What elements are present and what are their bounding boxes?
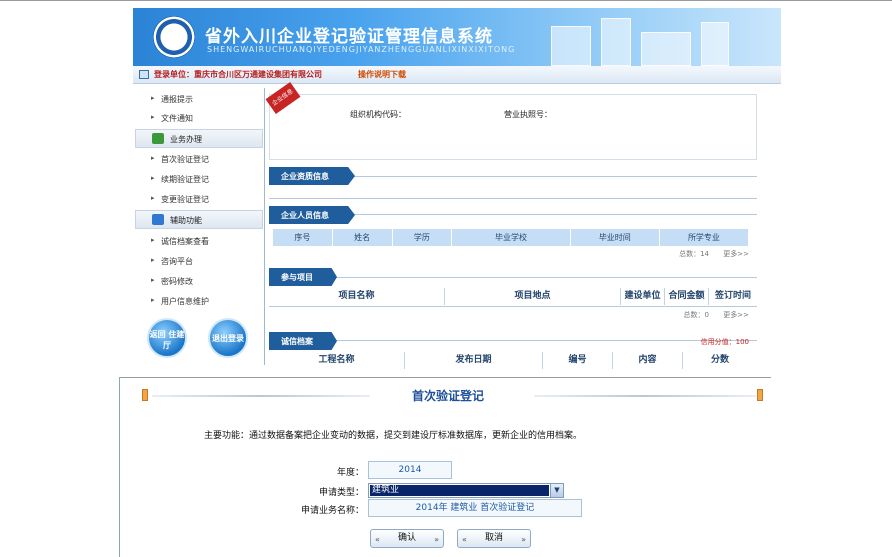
- sidebar-item-renew-verify[interactable]: 续期验证登记: [151, 174, 209, 185]
- speaker-icon: [139, 70, 149, 79]
- business-name-field[interactable]: 2014年 建筑业 首次验证登记: [368, 499, 582, 517]
- system-title: 省外入川企业登记验证管理信息系统: [205, 27, 493, 46]
- section-qualification: 企业资质信息: [269, 167, 355, 185]
- decor-right-icon: [757, 389, 763, 401]
- confirm-button[interactable]: « 确认 »: [370, 529, 444, 548]
- credit-score: 信用分值：100: [700, 338, 749, 346]
- sidebar-item-notice[interactable]: 通报提示: [151, 94, 193, 105]
- first-verify-form: 首次验证登记 主要功能：通过数据备案把企业变动的数据，提交到建设厅标准数据库，更…: [119, 377, 771, 557]
- business-icon: [152, 133, 164, 144]
- col-header: 内容: [613, 352, 683, 369]
- return-button[interactable]: 返回 住建厅: [147, 318, 187, 358]
- col-header: 序号: [273, 229, 333, 246]
- col-header: 所学专业: [660, 229, 749, 246]
- button-grip-icon: «: [375, 535, 380, 544]
- sidebar-item-change-verify[interactable]: 变更验证登记: [151, 194, 209, 205]
- header-banner: 省外入川企业登记验证管理信息系统 SHENGWAIRUCHUANQIYEDENG…: [133, 8, 781, 66]
- section-personnel: 企业人员信息: [269, 206, 355, 224]
- section-projects: 参与项目: [269, 268, 337, 286]
- sidebar: 通报提示 文件通知 业务办理 首次验证登记 续期验证登记 变更验证登记 辅助功能…: [133, 88, 265, 365]
- col-header: 分数: [710, 355, 729, 365]
- logout-button[interactable]: 退出登录: [208, 318, 248, 358]
- top-divider: [0, 0, 892, 3]
- confirm-label: 确认: [397, 533, 416, 543]
- emblem-icon: [153, 16, 195, 58]
- skyline-icon: [511, 14, 781, 66]
- col-header: 毕业时间: [571, 229, 660, 246]
- help-download-link[interactable]: 操作说明下载: [358, 69, 406, 80]
- ribbon-badge: 企业信息: [265, 82, 301, 114]
- business-name-label: 申请业务名称：: [300, 506, 364, 516]
- col-header: 合同金额: [665, 288, 709, 305]
- login-unit: 登录单位：重庆市合川区万通建设集团有限公司: [154, 70, 322, 79]
- col-header: 签订时间: [714, 291, 751, 301]
- page-title: 首次验证登记: [412, 389, 485, 403]
- col-header: 项目地点: [445, 288, 621, 305]
- personnel-more-link[interactable]: 更多>>: [723, 249, 749, 259]
- chevron-down-icon[interactable]: ▼: [550, 484, 563, 497]
- sidebar-item-password[interactable]: 密码修改: [151, 276, 193, 287]
- col-header: 姓名: [333, 229, 393, 246]
- cancel-label: 取消: [484, 533, 503, 543]
- main-content: 企业信息 组织机构代码： 营业执照号： 企业资质信息 企业人员信息 序号 姓名 …: [265, 82, 757, 369]
- col-header: 建设单位: [621, 288, 665, 305]
- tools-icon: [152, 214, 164, 225]
- sidebar-item-first-verify[interactable]: 首次验证登记: [151, 154, 209, 165]
- col-header: 项目名称: [269, 288, 445, 305]
- projects-table-header: 项目名称 项目地点 建设单位 合同金额 签订时间: [269, 288, 757, 305]
- sidebar-section-aux[interactable]: 辅助功能: [135, 210, 263, 229]
- section-credit: 诚信档案: [269, 332, 337, 350]
- login-info-bar: 登录单位：重庆市合川区万通建设集团有限公司 操作说明下载: [133, 66, 781, 84]
- decor-left-icon: [142, 389, 148, 401]
- sidebar-section-business[interactable]: 业务办理: [135, 129, 263, 148]
- credit-table-header: 工程名称 发布日期 编号 内容 分数: [269, 352, 757, 369]
- year-label: 年度：: [336, 468, 364, 478]
- col-header: 学历: [393, 229, 453, 246]
- decor-line: [534, 395, 756, 397]
- type-label: 申请类型：: [318, 488, 364, 498]
- system-portal: 省外入川企业登记验证管理信息系统 SHENGWAIRUCHUANQIYEDENG…: [133, 8, 781, 369]
- sidebar-item-credit[interactable]: 诚信档案查看: [151, 236, 209, 247]
- button-grip-icon: «: [462, 535, 467, 544]
- type-selected: 建筑业: [370, 485, 549, 496]
- projects-more-link[interactable]: 更多>>: [723, 310, 749, 320]
- personnel-total: 总数：14: [679, 250, 709, 258]
- enterprise-card: 企业信息 组织机构代码： 营业执照号：: [265, 82, 757, 160]
- decor-line: [152, 395, 370, 397]
- button-grip-icon: »: [521, 535, 526, 544]
- button-grip-icon: »: [434, 535, 439, 544]
- sidebar-item-documents[interactable]: 文件通知: [151, 113, 193, 124]
- sidebar-item-consult[interactable]: 咨询平台: [151, 256, 193, 267]
- section-label: 业务办理: [170, 135, 202, 144]
- cancel-button[interactable]: « 取消 »: [457, 529, 531, 548]
- system-subtitle: SHENGWAIRUCHUANQIYEDENGJIYANZHENGGUANLIX…: [207, 45, 516, 54]
- personnel-table-header: 序号 姓名 学历 毕业学校 毕业时间 所学专业: [273, 229, 749, 246]
- col-header: 工程名称: [269, 352, 405, 369]
- col-header: 毕业学校: [452, 229, 571, 246]
- year-field[interactable]: 2014: [368, 461, 452, 479]
- license-label: 营业执照号：: [504, 110, 552, 119]
- col-header: 发布日期: [405, 352, 543, 369]
- col-header: 编号: [543, 352, 613, 369]
- sidebar-item-userinfo[interactable]: 用户信息维护: [151, 296, 209, 307]
- type-select[interactable]: 建筑业 ▼: [368, 483, 564, 498]
- org-code-label: 组织机构代码：: [350, 110, 406, 119]
- section-label: 辅助功能: [170, 216, 202, 225]
- project-total: 总数：0: [683, 311, 709, 319]
- function-description: 主要功能：通过数据备案把企业变动的数据，提交到建设厅标准数据库，更新企业的信用档…: [204, 431, 583, 441]
